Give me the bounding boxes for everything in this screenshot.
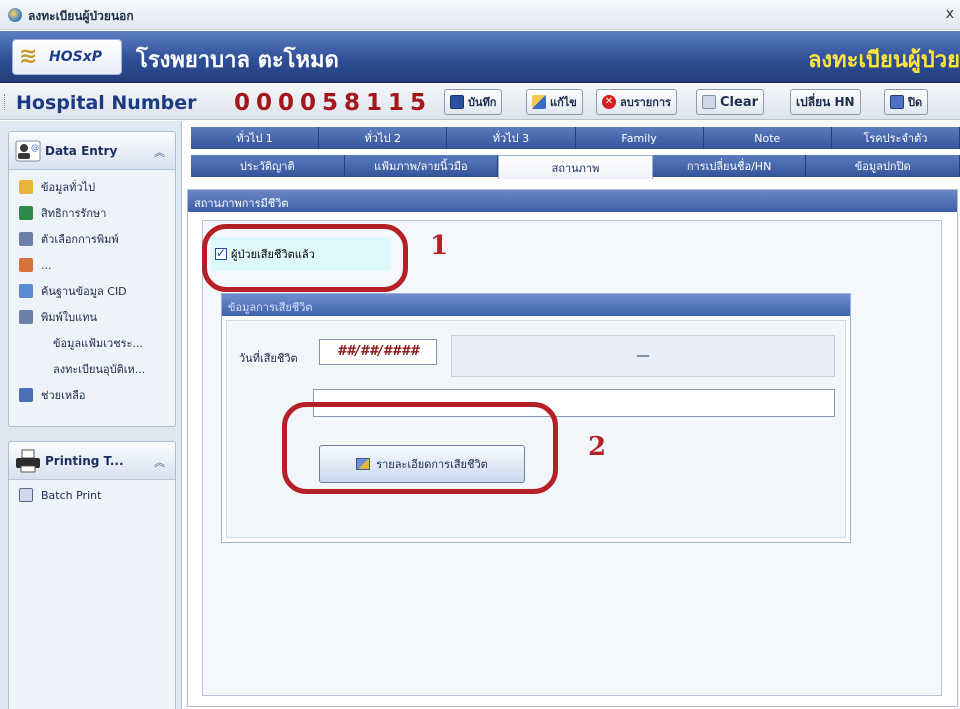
tab-item[interactable]: การเปลี่ยนชื่อ/HN [652,155,807,177]
delete-icon: ✕ [602,95,616,109]
edit-icon [532,95,546,109]
help-icon [19,388,33,402]
printer-icon [16,449,40,473]
sidebar-item[interactable]: ตัวเลือกการพิมพ์ [9,226,175,252]
printing-header[interactable]: Printing T... ︽ [9,442,175,480]
annotation-number-2: 2 [588,432,607,462]
toolbar-grip[interactable] [4,94,6,110]
sidebar-item-label: ช่วยเหลือ [41,389,86,402]
logo-text: HOSxP [49,49,102,65]
info-icon [19,180,33,194]
search-cid-icon [19,284,33,298]
exit-icon [890,95,904,109]
tab-item[interactable]: โรคประจำตัว [831,127,960,149]
sidebar-item-label: ค้นฐานข้อมูล CID [41,285,127,298]
data-entry-title: Data Entry [45,144,118,158]
hospital-name: โรงพยาบาล ตะโหมด [136,47,339,73]
batch-print-icon [19,488,33,502]
people-icon [19,258,33,272]
collapse-chevron-icon[interactable]: ︽ [154,454,165,470]
printing-title: Printing T... [45,454,124,468]
tab-item[interactable]: ทั่วไป 3 [447,127,576,149]
logo-swoosh-icon: ≋ [19,44,38,69]
header-banner: ≋ HOSxP โรงพยาบาล ตะโหมด ลงทะเบียนผู้ป่ว… [0,31,960,83]
life-status-title: สถานภาพการมีชีวิต [188,190,957,212]
sidebar-item[interactable]: สิทธิการรักษา [9,200,175,226]
hosxp-logo: ≋ HOSxP [12,39,122,75]
sidebar-item-label: ตัวเลือกการพิมพ์ [41,233,119,246]
save-icon [450,95,464,109]
sidebar-item-batch-print[interactable]: Batch Print [9,482,175,508]
sidebar-item[interactable]: ลงทะเบียนอุบัติเห... [9,356,175,382]
annotation-highlight-1 [202,224,408,292]
tab-item[interactable]: สถานภาพ [498,155,653,179]
sidebar-item-label: ข้อมูลแฟ้มเวชระ... [53,337,143,350]
sidebar-item-label: พิมพ์ใบแทน [41,311,97,324]
sidebar-item[interactable]: ค้นฐานข้อมูล CID [9,278,175,304]
svg-text:@: @ [31,143,39,152]
hospital-number-label: Hospital Number [16,92,197,114]
delete-button-label: ลบรายการ [620,96,671,109]
close-icon[interactable]: x [946,6,954,22]
print-options-icon [19,232,33,246]
sidebar-item-label: ลงทะเบียนอุบัติเห... [53,363,146,376]
sidebar-item-label: ข้อมูลทั่วไป [41,181,96,194]
tab-item[interactable]: แฟ้มภาพ/ลายนิ้วมือ [344,155,499,177]
clear-button[interactable]: Clear [696,89,764,115]
save-button-label: บันทึก [468,96,497,109]
annotation-number-1: 1 [430,231,449,261]
tab-row-2: ประวัติญาติ แฟ้มภาพ/ลายนิ้วมือ สถานภาพ การเ… [191,155,960,179]
sidebar-item[interactable]: ข้อมูลแฟ้มเวชระ... [9,330,175,356]
sidebar-item[interactable]: พิมพ์ใบแทน [9,304,175,330]
edit-button[interactable]: แก้ไข [526,89,583,115]
death-info-title: ข้อมูลการเสียชีวิต [222,294,850,316]
sidebar-item-label: ... [41,258,52,272]
print-icon [19,310,33,324]
sidebar-item-label: Batch Print [41,488,102,502]
sidebar: @ Data Entry ︽ ข้อมูลทั่วไปสิทธิการรักษา… [0,121,182,709]
exit-button[interactable]: ปิด [884,89,929,115]
sidebar-item[interactable]: ข้อมูลทั่วไป [9,174,175,200]
clear-icon [702,95,716,109]
clear-button-label: Clear [720,94,758,110]
edit-button-label: แก้ไข [550,96,577,109]
hospital-number-value: 000058115 [234,90,433,116]
annotation-highlight-2 [282,402,558,494]
rights-icon [19,206,33,220]
toolbar: Hospital Number 000058115 บันทึก แก้ไข ✕… [0,84,960,120]
tab-item[interactable]: ทั่วไป 1 [191,127,320,149]
window-title: ลงทะเบียนผู้ป่วยนอก [28,9,134,23]
tab-item[interactable]: ทั่วไป 2 [319,127,448,149]
data-entry-header[interactable]: @ Data Entry ︽ [9,132,175,170]
delete-button[interactable]: ✕ ลบรายการ [596,89,677,115]
tab-item[interactable]: ข้อมูลปกปิด [806,155,960,177]
tab-item[interactable]: Note [703,127,832,149]
death-age-display: — [451,335,835,377]
module-title: ลงทะเบียนผู้ป่วย [807,47,960,73]
collapse-chevron-icon[interactable]: ︽ [154,144,165,160]
save-button[interactable]: บันทึก [444,89,503,115]
user-card-icon: @ [15,140,41,162]
sidebar-item[interactable]: ช่วยเหลือ [9,382,175,408]
app-icon [8,8,22,22]
sidebar-item[interactable]: ... [9,252,175,278]
window-titlebar: ลงทะเบียนผู้ป่วยนอก x [0,0,960,30]
tab-row-1: ทั่วไป 1 ทั่วไป 2 ทั่วไป 3 Family Note โรคประ… [191,127,960,149]
sidebar-item-label: สิทธิการรักษา [41,207,107,220]
death-date-field[interactable]: ##/##/#### [319,339,437,365]
change-hn-button-label: เปลี่ยน HN [796,94,855,109]
tab-item[interactable]: ประวัติญาติ [191,155,345,177]
data-entry-panel: @ Data Entry ︽ ข้อมูลทั่วไปสิทธิการรักษา… [8,131,176,427]
tab-item[interactable]: Family [575,127,704,149]
printing-panel: Printing T... ︽ Batch Print [8,441,176,709]
exit-button-label: ปิด [908,96,923,109]
change-hn-button[interactable]: เปลี่ยน HN [790,89,861,115]
death-date-label: วันที่เสียชีวิต [239,352,298,365]
